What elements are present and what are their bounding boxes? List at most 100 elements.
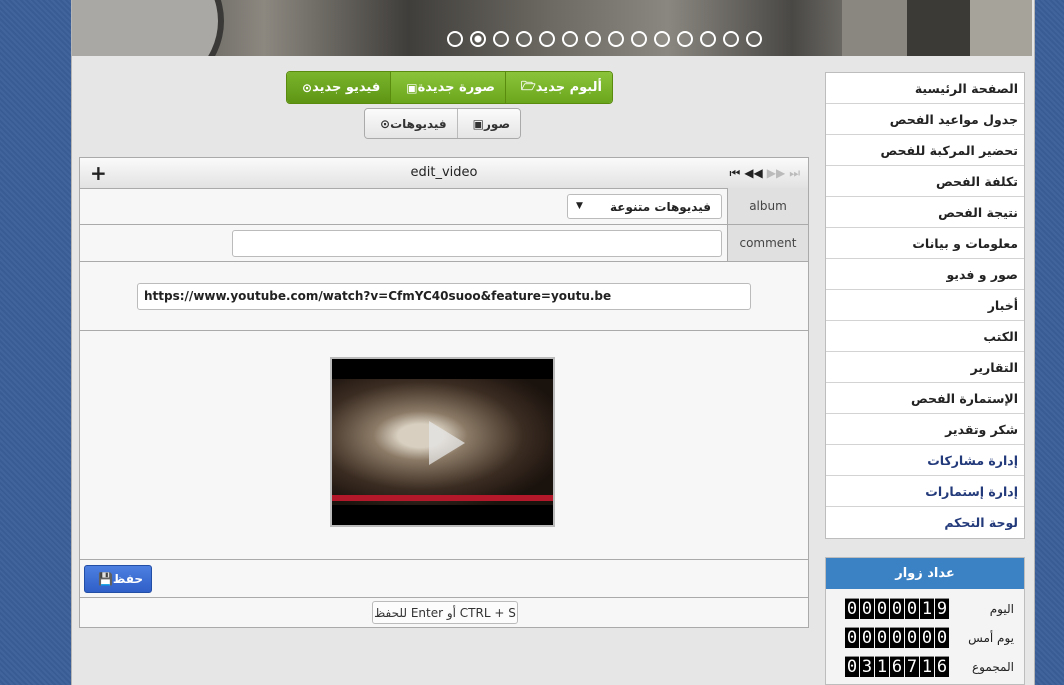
videos-label: فيديوهات <box>390 116 447 131</box>
slide-dot[interactable] <box>516 31 532 47</box>
play-circle-icon: ⊙ <box>380 116 391 131</box>
slide-dot[interactable] <box>447 31 463 47</box>
new-items-button-group: ⊙ فيديو جديد ▣ صورة جديدة 🗁 ألبوم جديد <box>286 71 613 104</box>
comment-label: comment <box>727 225 808 261</box>
next-record-icon[interactable]: ▶▶ <box>767 166 785 181</box>
counter-yesterday-digits: 0000000 <box>845 627 949 648</box>
counter-digit: 0 <box>860 627 874 648</box>
new-image-button[interactable]: ▣ صورة جديدة <box>390 72 505 103</box>
sidebar-menu: الصفحة الرئيسية جدول مواعيد الفحص تحضير ال… <box>825 72 1025 539</box>
counter-digit: 7 <box>905 656 919 677</box>
save-button[interactable]: 💾 حفظ <box>84 565 152 593</box>
edit-video-panel: + edit_video ⏮ ◀◀ ▶▶ ⏭ فيديوهات متنوعة ▼… <box>79 157 809 628</box>
image-icon: ▣ <box>472 116 485 131</box>
images-label: صور <box>484 116 511 131</box>
media-filter-button-group: ⊙ فيديوهات ▣ صور <box>364 108 522 139</box>
record-navigation: ⏮ ◀◀ ▶▶ ⏭ <box>729 166 800 181</box>
new-image-label: صورة جديدة <box>417 80 495 95</box>
slide-dot[interactable] <box>654 31 670 47</box>
counter-digit: 0 <box>905 598 919 619</box>
slide-dot[interactable] <box>539 31 555 47</box>
image-icon: ▣ <box>406 80 418 95</box>
sidebar-item[interactable]: تحضير المركبة للفحص <box>826 135 1024 166</box>
slide-dot[interactable] <box>608 31 624 47</box>
counter-digit: 0 <box>845 598 859 619</box>
counter-total-row: 0316716 المجموع <box>826 656 1024 680</box>
sidebar-item[interactable]: أخبار <box>826 290 1024 321</box>
counter-digit: 0 <box>935 627 949 648</box>
sidebar-item[interactable]: الصفحة الرئيسية <box>826 73 1024 104</box>
video-thumbnail[interactable] <box>330 357 555 527</box>
caret-down-icon: ▼ <box>576 201 583 211</box>
floppy-disk-icon: 💾 <box>97 572 113 586</box>
banner-thumb-3 <box>970 0 1032 56</box>
new-video-label: فيديو جديد <box>312 80 381 95</box>
visitor-counter-title: عداد زوار <box>826 558 1024 589</box>
video-url-input[interactable]: https://www.youtube.com/watch?v=CfmYC40s… <box>137 283 751 310</box>
panel-title: edit_video <box>410 165 478 180</box>
counter-digit: 9 <box>935 598 949 619</box>
slide-dot[interactable] <box>470 31 486 47</box>
play-circle-icon: ⊙ <box>302 80 313 95</box>
counter-digit: 3 <box>860 656 874 677</box>
slide-dot[interactable] <box>746 31 762 47</box>
counter-digit: 6 <box>890 656 904 677</box>
videos-button[interactable]: ⊙ فيديوهات <box>365 109 457 138</box>
counter-today-row: 0000019 اليوم <box>826 598 1024 622</box>
slide-dot[interactable] <box>723 31 739 47</box>
visitor-counter: عداد زوار 0000019 اليوم 0000000 يوم أمس … <box>825 557 1025 685</box>
counter-digit: 0 <box>845 656 859 677</box>
slideshow-banner[interactable] <box>72 0 1032 56</box>
sidebar-item[interactable]: إدارة مشاركات <box>826 445 1024 476</box>
counter-yesterday-row: 0000000 يوم أمس <box>826 627 1024 651</box>
sidebar-item[interactable]: تكلفة الفحص <box>826 166 1024 197</box>
counter-digit: 6 <box>935 656 949 677</box>
banner-thumb-1 <box>842 0 907 56</box>
sidebar-item[interactable]: جدول مواعيد الفحص <box>826 104 1024 135</box>
folder-open-icon: 🗁 <box>520 79 536 93</box>
new-video-button[interactable]: ⊙ فيديو جديد <box>287 72 391 103</box>
album-select-value: فيديوهات متنوعة <box>609 199 711 214</box>
sidebar-item[interactable]: لوحة التحكم <box>826 507 1024 538</box>
banner-thumb-2 <box>907 0 970 56</box>
album-label: album <box>727 188 808 224</box>
comment-input[interactable] <box>232 230 722 257</box>
panel-header: + edit_video ⏮ ◀◀ ▶▶ ⏭ <box>80 158 808 189</box>
new-album-button[interactable]: 🗁 ألبوم جديد <box>504 72 612 103</box>
counter-today-digits: 0000019 <box>845 598 949 619</box>
slide-dot[interactable] <box>677 31 693 47</box>
sidebar-item[interactable]: إدارة إستمارات <box>826 476 1024 507</box>
new-album-label: ألبوم جديد <box>535 80 602 95</box>
slide-dot[interactable] <box>700 31 716 47</box>
sidebar-item[interactable]: صور و فديو <box>826 259 1024 290</box>
sidebar-item[interactable]: الإستمارة الفحص <box>826 383 1024 414</box>
counter-digit: 0 <box>890 598 904 619</box>
slide-dot[interactable] <box>585 31 601 47</box>
save-label: حفظ <box>112 572 144 586</box>
counter-digit: 1 <box>920 598 934 619</box>
first-record-icon[interactable]: ⏮ <box>729 166 740 181</box>
images-button[interactable]: ▣ صور <box>456 109 521 138</box>
sidebar-item[interactable]: شكر وتقدير <box>826 414 1024 445</box>
sidebar-item[interactable]: التقارير <box>826 352 1024 383</box>
banner-wheel-graphic <box>72 0 224 56</box>
counter-digit: 0 <box>860 598 874 619</box>
counter-digit: 0 <box>845 627 859 648</box>
slide-indicators[interactable] <box>447 31 762 47</box>
counter-digit: 1 <box>875 656 889 677</box>
comment-row: comment <box>80 225 808 262</box>
last-record-icon[interactable]: ⏭ <box>789 166 800 181</box>
sidebar-item[interactable]: معلومات و بيانات <box>826 228 1024 259</box>
counter-digit: 0 <box>920 627 934 648</box>
counter-digit: 0 <box>875 627 889 648</box>
album-select[interactable]: فيديوهات متنوعة ▼ <box>567 194 722 219</box>
counter-digit: 0 <box>875 598 889 619</box>
play-icon[interactable] <box>429 421 465 465</box>
previous-record-icon[interactable]: ◀◀ <box>744 166 762 181</box>
slide-dot[interactable] <box>562 31 578 47</box>
counter-digit: 1 <box>920 656 934 677</box>
sidebar-item[interactable]: الكتب <box>826 321 1024 352</box>
sidebar-item[interactable]: نتيجة الفحص <box>826 197 1024 228</box>
slide-dot[interactable] <box>493 31 509 47</box>
slide-dot[interactable] <box>631 31 647 47</box>
